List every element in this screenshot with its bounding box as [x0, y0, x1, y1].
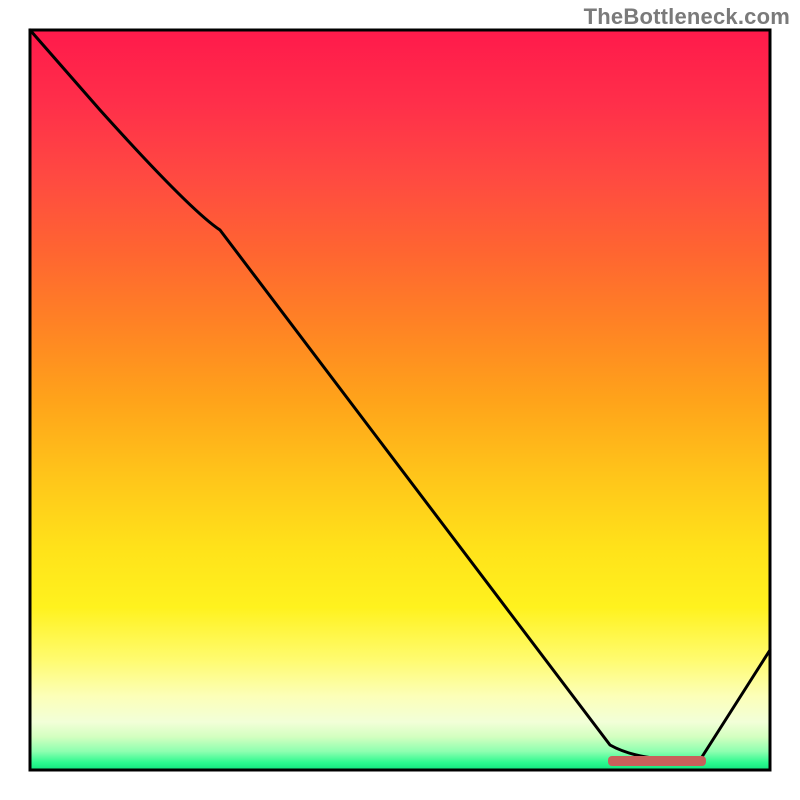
bottleneck-chart	[0, 0, 800, 800]
plot-area	[30, 30, 770, 770]
watermark: TheBottleneck.com	[584, 4, 790, 30]
gradient-background	[30, 30, 770, 770]
optimal-marker	[608, 756, 706, 766]
